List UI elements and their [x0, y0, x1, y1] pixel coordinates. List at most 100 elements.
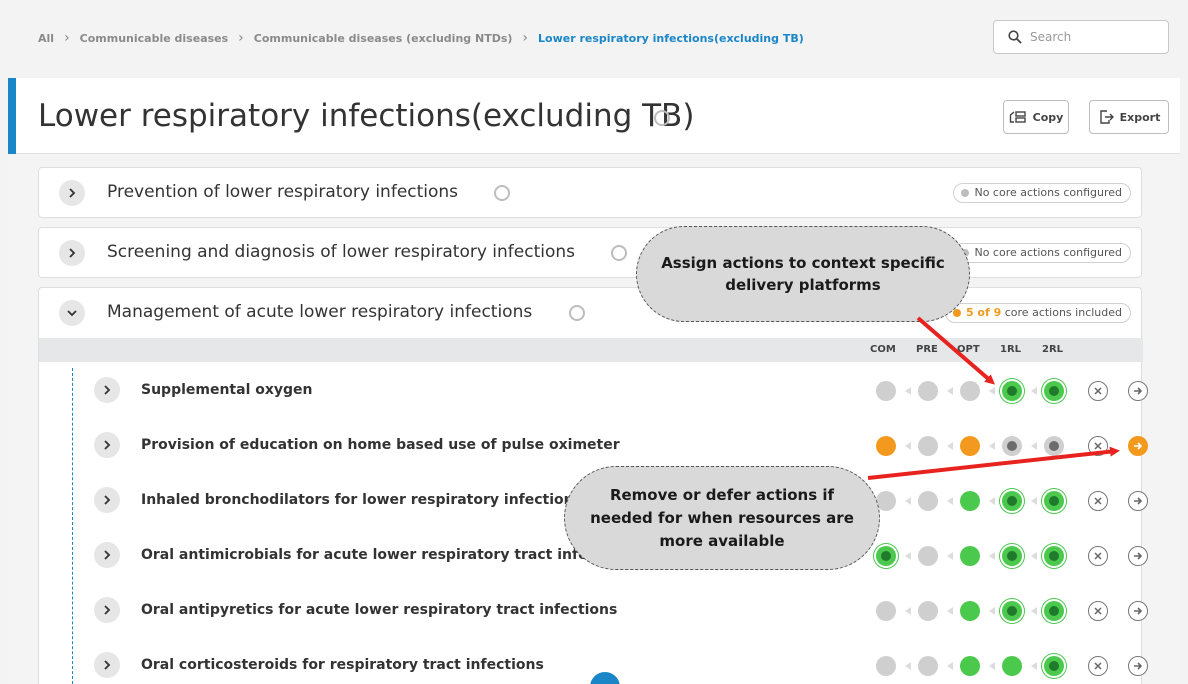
- platform-toggle-com[interactable]: [876, 601, 896, 621]
- section-label: Management of acute lower respiratory in…: [107, 302, 533, 322]
- triangle-left-icon: [1031, 442, 1037, 450]
- badge-count: 5 of 9: [965, 306, 1002, 319]
- callout-assign: Assign actions to context specific deliv…: [636, 226, 970, 322]
- defer-button[interactable]: [1128, 656, 1148, 676]
- expand-button[interactable]: [59, 240, 85, 266]
- defer-button[interactable]: [1128, 601, 1148, 621]
- close-icon: [1094, 442, 1102, 450]
- chevron-right-icon: [104, 550, 111, 560]
- action-label: Provision of education on home based use…: [141, 437, 620, 453]
- expand-button[interactable]: [94, 377, 120, 403]
- status-ring-icon[interactable]: [569, 305, 585, 321]
- defer-button[interactable]: [1128, 381, 1148, 401]
- platform-toggle-com[interactable]: [876, 436, 896, 456]
- platform-toggle-opt[interactable]: [960, 546, 980, 566]
- remove-button[interactable]: [1088, 601, 1108, 621]
- expand-button[interactable]: [94, 652, 120, 678]
- platform-toggle-opt[interactable]: [960, 491, 980, 511]
- platform-toggle-2rl[interactable]: [1044, 601, 1064, 621]
- platform-toggle-1rl[interactable]: [1002, 546, 1022, 566]
- platform-toggle-opt[interactable]: [960, 656, 980, 676]
- expand-button[interactable]: [94, 542, 120, 568]
- platform-toggle-pre[interactable]: [918, 491, 938, 511]
- status-ring-icon[interactable]: [494, 185, 510, 201]
- defer-button[interactable]: [1128, 491, 1148, 511]
- expand-button[interactable]: [59, 180, 85, 206]
- remove-button[interactable]: [1088, 436, 1108, 456]
- content-area: Prevention of lower respiratory infectio…: [8, 155, 1180, 684]
- chevron-right-icon: [69, 248, 76, 258]
- triangle-left-icon: [947, 442, 953, 450]
- action-label: Inhaled bronchodilators for lower respir…: [141, 492, 582, 508]
- platform-toggle-2rl[interactable]: [1044, 381, 1064, 401]
- status-badge: 5 of 9 core actions included: [944, 303, 1131, 323]
- platform-toggle-2rl[interactable]: [1044, 491, 1064, 511]
- remove-button[interactable]: [1088, 381, 1108, 401]
- arrow-right-icon: [1134, 497, 1143, 505]
- platform-toggle-com[interactable]: [876, 656, 896, 676]
- search-input[interactable]: Search: [993, 20, 1169, 54]
- breadcrumb-all[interactable]: All: [38, 32, 54, 45]
- breadcrumb-communicable-diseases[interactable]: Communicable diseases: [80, 32, 229, 45]
- expand-button[interactable]: [94, 487, 120, 513]
- badge-dot-icon: [961, 189, 970, 197]
- remove-button[interactable]: [1088, 546, 1108, 566]
- defer-button[interactable]: [1128, 546, 1148, 566]
- remove-button[interactable]: [1088, 656, 1108, 676]
- badge-text: No core actions configured: [974, 246, 1122, 259]
- status-badge: No core actions configured: [953, 183, 1131, 203]
- platform-toggle-1rl[interactable]: [1002, 436, 1022, 456]
- breadcrumb-current: Lower respiratory infections(excluding T…: [538, 31, 804, 45]
- remove-button[interactable]: [1088, 491, 1108, 511]
- platform-toggle-opt[interactable]: [960, 436, 980, 456]
- platform-toggle-2rl[interactable]: [1044, 436, 1064, 456]
- platform-toggle-com[interactable]: [876, 546, 896, 566]
- breadcrumb-excluding-ntds[interactable]: Communicable diseases (excluding NTDs): [254, 32, 513, 45]
- callout-remove: Remove or defer actions if needed for wh…: [564, 466, 880, 570]
- platform-toggle-1rl[interactable]: [1002, 381, 1022, 401]
- action-row[interactable]: Oral antipyretics for acute lower respir…: [88, 590, 1152, 630]
- expand-button[interactable]: [94, 597, 120, 623]
- status-ring-icon[interactable]: [654, 110, 670, 126]
- chevron-right-icon: [104, 660, 111, 670]
- platform-toggle-1rl[interactable]: [1002, 491, 1022, 511]
- defer-button[interactable]: [1128, 436, 1148, 456]
- platform-toggle-2rl[interactable]: [1044, 656, 1064, 676]
- triangle-left-icon: [989, 497, 995, 505]
- section-label: Prevention of lower respiratory infectio…: [107, 182, 459, 202]
- section-screening[interactable]: Screening and diagnosis of lower respira…: [38, 227, 1142, 278]
- platform-toggle-1rl[interactable]: [1002, 656, 1022, 676]
- platform-toggle-pre[interactable]: [918, 381, 938, 401]
- platform-toggle-2rl[interactable]: [1044, 546, 1064, 566]
- expand-button[interactable]: [94, 432, 120, 458]
- platform-toggle-com[interactable]: [876, 381, 896, 401]
- export-button[interactable]: Export: [1089, 100, 1169, 134]
- triangle-left-icon: [905, 607, 911, 615]
- column-header-1rl: 1RL: [1000, 344, 1022, 355]
- top-bar: All › Communicable diseases › Communicab…: [8, 8, 1180, 78]
- platform-toggle-pre[interactable]: [918, 601, 938, 621]
- triangle-left-icon: [947, 662, 953, 670]
- platform-toggle-opt[interactable]: [960, 381, 980, 401]
- action-row[interactable]: Oral corticosteroids for respiratory tra…: [88, 645, 1152, 684]
- status-ring-icon[interactable]: [611, 245, 627, 261]
- platform-toggle-pre[interactable]: [918, 656, 938, 676]
- section-prevention[interactable]: Prevention of lower respiratory infectio…: [38, 167, 1142, 218]
- action-row[interactable]: Provision of education on home based use…: [88, 425, 1152, 465]
- column-header-com: COM: [870, 344, 896, 355]
- action-label: Oral antimicrobials for acute lower resp…: [141, 547, 636, 563]
- platform-toggle-1rl[interactable]: [1002, 601, 1022, 621]
- export-button-label: Export: [1119, 110, 1161, 124]
- collapse-button[interactable]: [59, 300, 85, 326]
- platform-toggle-pre[interactable]: [918, 436, 938, 456]
- action-row[interactable]: Supplemental oxygen: [88, 370, 1152, 410]
- platform-toggle-pre[interactable]: [918, 546, 938, 566]
- platform-header: COM PRE OPT 1RL 2RL: [39, 338, 1143, 362]
- column-header-opt: OPT: [957, 344, 980, 355]
- chevron-right-icon: [104, 605, 111, 615]
- triangle-left-icon: [1031, 552, 1037, 560]
- copy-button[interactable]: Copy: [1003, 100, 1069, 134]
- platform-toggle-opt[interactable]: [960, 601, 980, 621]
- tree-connector-line: [72, 368, 73, 684]
- triangle-left-icon: [947, 387, 953, 395]
